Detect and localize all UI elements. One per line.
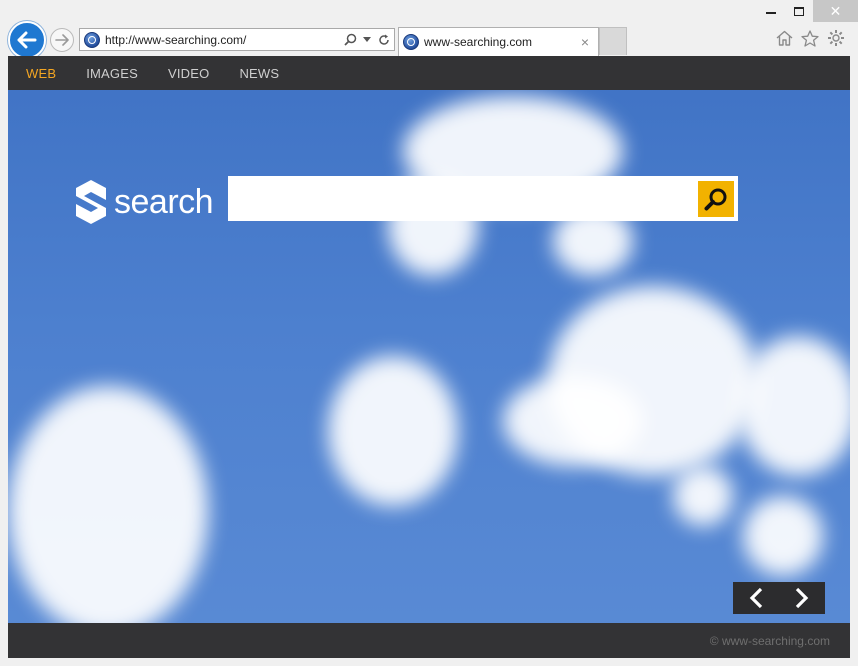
dropdown-chevron-icon[interactable] bbox=[360, 36, 374, 43]
address-search-icon[interactable] bbox=[343, 33, 357, 46]
tab-favicon-icon bbox=[403, 34, 419, 50]
search-input[interactable] bbox=[228, 176, 698, 221]
logo-mark-icon bbox=[76, 180, 106, 224]
address-bar[interactable]: http://www-searching.com/ bbox=[79, 28, 395, 51]
nav-video[interactable]: VIDEO bbox=[156, 66, 221, 81]
chevron-right-icon bbox=[795, 587, 809, 609]
copyright-text: © www-searching.com bbox=[709, 633, 830, 648]
tab-title: www-searching.com bbox=[424, 35, 533, 49]
arrow-left-icon bbox=[17, 31, 37, 49]
forward-button[interactable] bbox=[50, 28, 74, 52]
tab-close-icon[interactable]: × bbox=[576, 34, 594, 50]
browser-tab[interactable]: www-searching.com × bbox=[398, 27, 599, 56]
top-navigation: WEB IMAGES VIDEO NEWS bbox=[8, 56, 850, 90]
background-slider-controls bbox=[733, 582, 825, 614]
new-tab-button[interactable] bbox=[599, 27, 627, 55]
browser-chrome: ✕ http://www-searching.com/ www-searchin… bbox=[0, 0, 858, 59]
minimize-button[interactable] bbox=[757, 0, 785, 22]
next-background-button[interactable] bbox=[787, 583, 817, 613]
page-footer: © www-searching.com bbox=[8, 623, 850, 658]
logo-text: search bbox=[114, 182, 214, 221]
refresh-icon[interactable] bbox=[377, 34, 391, 46]
home-icon[interactable] bbox=[774, 28, 794, 48]
arrow-right-icon bbox=[55, 34, 69, 46]
maximize-button[interactable] bbox=[785, 0, 813, 22]
search-button[interactable] bbox=[698, 180, 734, 217]
chevron-left-icon bbox=[749, 587, 763, 609]
back-button[interactable] bbox=[8, 21, 46, 59]
page-viewport: WEB IMAGES VIDEO NEWS search © www-searc… bbox=[8, 56, 850, 658]
magnifier-icon bbox=[704, 188, 727, 210]
close-icon: ✕ bbox=[829, 2, 842, 19]
close-window-button[interactable]: ✕ bbox=[813, 0, 858, 22]
site-logo[interactable]: search bbox=[74, 178, 214, 226]
prev-background-button[interactable] bbox=[741, 583, 771, 613]
site-favicon-icon bbox=[84, 31, 100, 48]
browser-toolbar-icons bbox=[774, 28, 846, 48]
window-controls: ✕ bbox=[757, 0, 858, 22]
star-icon[interactable] bbox=[800, 28, 820, 48]
address-url[interactable]: http://www-searching.com/ bbox=[105, 33, 343, 47]
gear-icon[interactable] bbox=[826, 28, 846, 48]
nav-web[interactable]: WEB bbox=[14, 66, 68, 81]
search-bar bbox=[228, 176, 738, 221]
nav-news[interactable]: NEWS bbox=[227, 66, 291, 81]
nav-images[interactable]: IMAGES bbox=[74, 66, 150, 81]
